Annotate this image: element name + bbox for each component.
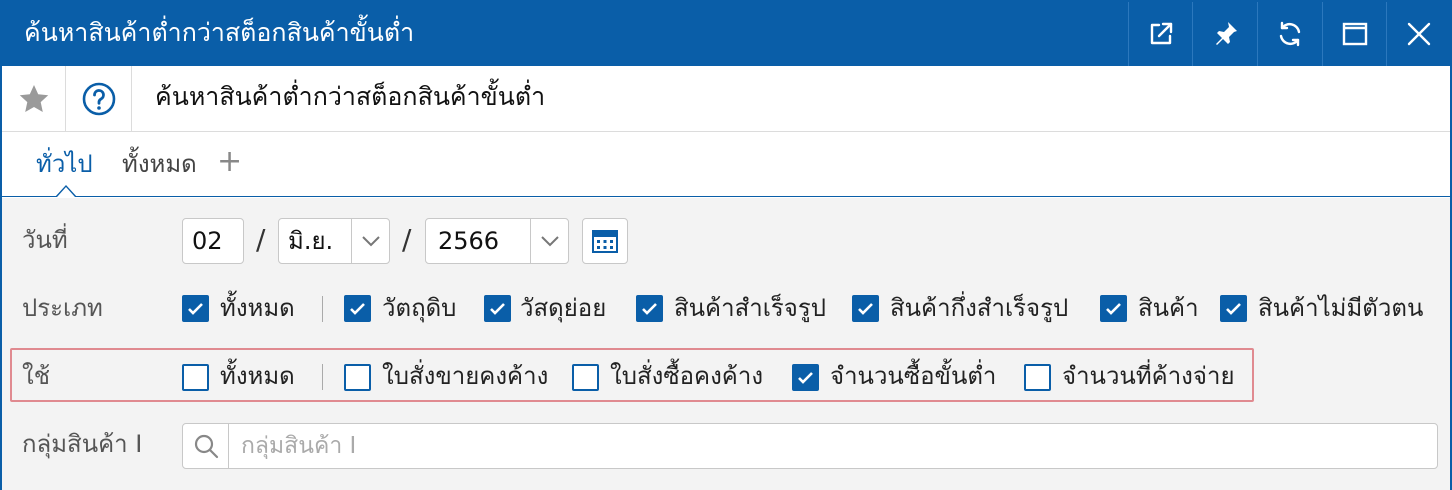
use-outstanding-issue-label: จำนวนที่ค้างจ่าย xyxy=(1062,362,1235,390)
window-title: ค้นหาสินค้าต่ำกว่าสต็อกสินค้าขั้นต่ำ xyxy=(24,18,415,47)
type-semi-finished-label: สินค้ากึ่งสำเร็จรูป xyxy=(890,294,1069,322)
chevron-down-icon[interactable] xyxy=(530,219,568,263)
divider xyxy=(322,296,323,322)
use-min-purchase-checkbox[interactable] xyxy=(792,364,819,391)
maximize-icon xyxy=(1342,22,1367,46)
tab-bar: ทั่วไป ทั้งหมด + xyxy=(2,132,1450,197)
active-tab-indicator-inner xyxy=(57,187,75,197)
favorite-button[interactable] xyxy=(2,66,66,131)
use-purchase-order-label: ใบสั่งซื้อคงค้าง xyxy=(610,362,764,390)
type-intangible-label: สินค้าไม่มีตัวตน xyxy=(1258,294,1424,322)
type-finished-goods-checkbox[interactable] xyxy=(636,295,663,322)
type-finished-goods-label: สินค้าสำเร็จรูป xyxy=(674,294,826,322)
year-value: 2566 xyxy=(438,227,500,255)
use-outstanding-issue-checkbox[interactable] xyxy=(1024,364,1051,391)
title-bar: ค้นหาสินค้าต่ำกว่าสต็อกสินค้าขั้นต่ำ xyxy=(2,2,1450,66)
calendar-button[interactable] xyxy=(582,218,628,264)
pin-icon xyxy=(1215,22,1237,45)
open-external-button[interactable] xyxy=(1128,2,1192,66)
page-title: ค้นหาสินค้าต่ำกว่าสต็อกสินค้าขั้นต่ำ xyxy=(155,82,546,111)
use-label: ใช้ xyxy=(22,362,51,390)
check-icon xyxy=(1226,303,1241,315)
type-raw-material-checkbox[interactable] xyxy=(344,295,371,322)
day-input[interactable]: 02 xyxy=(182,218,244,264)
type-intangible-checkbox[interactable] xyxy=(1220,295,1247,322)
maximize-button[interactable] xyxy=(1322,2,1386,66)
help-icon xyxy=(82,82,115,115)
type-product-label: สินค้า xyxy=(1138,294,1199,322)
use-all-label: ทั้งหมด xyxy=(220,362,295,390)
type-product-checkbox[interactable] xyxy=(1100,295,1127,322)
date-label: วันที่ xyxy=(22,226,68,254)
check-icon xyxy=(1106,303,1121,315)
pin-button[interactable] xyxy=(1192,2,1256,66)
type-supplies-label: วัสดุย่อย xyxy=(520,294,607,322)
product-group-input[interactable] xyxy=(241,430,1421,462)
close-icon xyxy=(1407,22,1430,46)
date-separator: / xyxy=(402,223,412,256)
refresh-button[interactable] xyxy=(1257,2,1321,66)
use-sales-order-label: ใบสั่งขายคงค้าง xyxy=(382,362,549,390)
help-button[interactable] xyxy=(66,66,132,131)
check-icon xyxy=(798,372,813,384)
year-select[interactable]: 2566 xyxy=(425,218,569,264)
day-value: 02 xyxy=(192,227,223,255)
type-label: ประเภท xyxy=(22,294,103,322)
type-supplies-checkbox[interactable] xyxy=(484,295,511,322)
refresh-icon xyxy=(1279,21,1300,47)
type-raw-material-label: วัตถุดิบ xyxy=(382,294,457,322)
use-purchase-order-checkbox[interactable] xyxy=(572,364,599,391)
tab-general[interactable]: ทั่วไป xyxy=(36,148,93,180)
calendar-icon xyxy=(592,230,618,253)
use-sales-order-checkbox[interactable] xyxy=(344,364,371,391)
divider xyxy=(322,364,323,390)
type-semi-finished-checkbox[interactable] xyxy=(852,295,879,322)
chevron-down-icon[interactable] xyxy=(351,219,389,263)
check-icon xyxy=(642,303,657,315)
type-all-checkbox[interactable] xyxy=(182,295,209,322)
search-icon[interactable] xyxy=(183,424,229,468)
page-header: ค้นหาสินค้าต่ำกว่าสต็อกสินค้าขั้นต่ำ xyxy=(2,66,1450,132)
check-icon xyxy=(858,303,873,315)
tab-all[interactable]: ทั้งหมด xyxy=(122,148,197,180)
product-group-label: กลุ่มสินค้า I xyxy=(22,430,143,458)
close-button[interactable] xyxy=(1386,2,1450,66)
check-icon xyxy=(490,303,505,315)
open-external-icon xyxy=(1150,22,1172,45)
star-icon xyxy=(19,84,48,112)
use-min-purchase-label: จำนวนซื้อขั้นต่ำ xyxy=(830,362,997,390)
check-icon xyxy=(188,303,203,315)
use-all-checkbox[interactable] xyxy=(182,364,209,391)
type-all-label: ทั้งหมด xyxy=(220,294,295,322)
month-value: มิ.ย. xyxy=(288,227,334,255)
dialog-window: ค้นหาสินค้าต่ำกว่าสต็อกสินค้าขั้นต่ำ ค้น… xyxy=(0,0,1452,490)
add-tab-button[interactable]: + xyxy=(217,146,242,178)
product-group-search[interactable] xyxy=(182,423,1438,469)
date-separator: / xyxy=(256,223,266,256)
month-select[interactable]: มิ.ย. xyxy=(278,218,390,264)
filter-form: วันที่ 02 / มิ.ย. / 2566 ประเภท ทั้งหมด … xyxy=(2,198,1450,490)
check-icon xyxy=(350,303,365,315)
